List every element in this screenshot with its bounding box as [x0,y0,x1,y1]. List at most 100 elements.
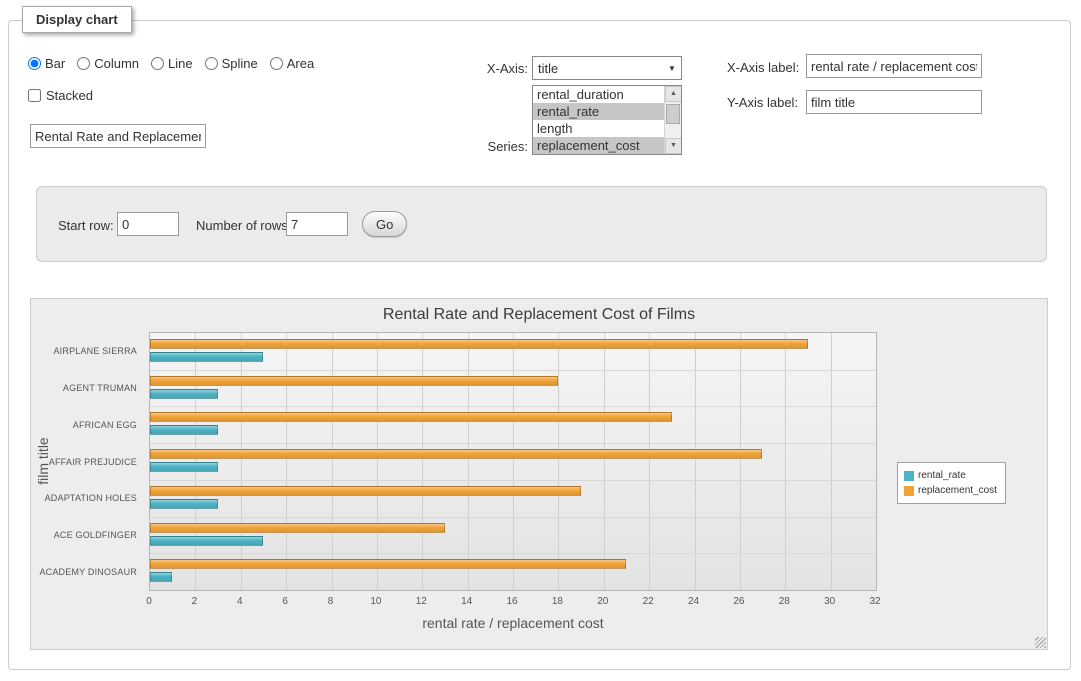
start-row-label: Start row: [58,218,114,233]
chart-type-option-line[interactable]: Line [151,56,193,71]
x-axis-selected-value: title [533,61,663,76]
gridline [377,333,378,590]
gridline [740,333,741,590]
series-option-replacement_cost[interactable]: replacement_cost [533,137,664,154]
gridline [150,406,876,407]
gridline [422,333,423,590]
category-label: AGENT TRUMAN [63,383,137,393]
chart-type-radio-group: Bar Column Line Spline Area [28,56,314,71]
bar-replacement_cost [150,412,672,422]
gridline [649,333,650,590]
x-tick-label: 0 [146,596,152,607]
x-tick-label: 32 [869,596,880,607]
gridline [150,480,876,481]
legend-swatch [904,486,914,496]
go-button[interactable]: Go [362,211,407,237]
plot-area [149,332,877,591]
y-axis-label-input[interactable] [806,90,982,114]
scroll-up-icon[interactable]: ▲ [665,86,682,102]
chart-type-radio-bar[interactable] [28,57,41,70]
category-label: ACADEMY DINOSAUR [39,567,137,577]
number-of-rows-input[interactable] [286,212,348,236]
bar-rental_rate [150,425,218,435]
chart-title-input[interactable] [30,124,206,148]
fieldset-legend: Display chart [22,6,132,33]
gridline [695,333,696,590]
chart-type-option-label: Line [168,56,193,71]
chart-type-radio-line[interactable] [151,57,164,70]
chart-type-option-label: Bar [45,56,65,71]
series-option-rental_rate[interactable]: rental_rate [533,103,664,120]
chart-type-option-column[interactable]: Column [77,56,139,71]
bar-rental_rate [150,572,172,582]
gridline [150,517,876,518]
gridline [558,333,559,590]
gridline [241,333,242,590]
gridline [785,333,786,590]
x-tick-label: 24 [688,596,699,607]
bar-replacement_cost [150,523,445,533]
series-scrollbar[interactable]: ▲ ▼ [664,86,681,154]
gridline [468,333,469,590]
chart-type-option-spline[interactable]: Spline [205,56,258,71]
chart-type-radio-area[interactable] [270,57,283,70]
gridline [831,333,832,590]
chart-title: Rental Rate and Replacement Cost of Film… [31,306,1047,324]
stacked-checkbox-row[interactable]: Stacked [28,88,93,103]
legend-label: rental_rate [918,468,966,483]
chart-type-option-label: Area [287,56,314,71]
category-label: ACE GOLDFINGER [54,530,137,540]
stacked-label: Stacked [46,88,93,103]
x-axis-title: rental rate / replacement cost [149,615,877,631]
series-option-rental_duration[interactable]: rental_duration [533,86,664,103]
x-tick-label: 28 [779,596,790,607]
legend-swatch [904,471,914,481]
x-tick-label: 26 [733,596,744,607]
chevron-down-icon: ▼ [663,64,681,73]
chart-type-radio-column[interactable] [77,57,90,70]
chart-type-option-bar[interactable]: Bar [28,56,65,71]
start-row-input[interactable] [117,212,179,236]
gridline [150,370,876,371]
chart-type-radio-spline[interactable] [205,57,218,70]
y-axis-label-field-label: Y-Axis label: [727,95,798,110]
chart-legend: rental_ratereplacement_cost [897,462,1006,504]
gridline [286,333,287,590]
series-listbox[interactable]: rental_durationrental_ratelengthreplacem… [532,85,682,155]
x-tick-label: 14 [461,596,472,607]
x-tick-label: 16 [506,596,517,607]
series-options: rental_durationrental_ratelengthreplacem… [533,86,664,154]
gridline [150,443,876,444]
resize-handle-icon[interactable] [1035,637,1046,648]
x-axis-tick-labels: 02468101214161820222426283032 [149,596,877,610]
x-axis-label-field-label: X-Axis label: [727,60,799,75]
series-option-length[interactable]: length [533,120,664,137]
x-axis-label-input[interactable] [806,54,982,78]
stacked-checkbox[interactable] [28,89,41,102]
category-label: AFFAIR PREJUDICE [49,457,137,467]
chart-type-option-area[interactable]: Area [270,56,314,71]
x-axis-select[interactable]: title ▼ [532,56,682,80]
bar-replacement_cost [150,559,626,569]
bar-rental_rate [150,536,263,546]
number-of-rows-label: Number of rows: [196,218,291,233]
x-tick-label: 22 [643,596,654,607]
x-tick-label: 2 [192,596,198,607]
bar-replacement_cost [150,376,558,386]
bar-replacement_cost [150,339,808,349]
rows-panel [36,186,1047,262]
gridline [332,333,333,590]
category-label: AIRPLANE SIERRA [53,346,137,356]
x-tick-label: 18 [552,596,563,607]
x-tick-label: 4 [237,596,243,607]
x-tick-label: 10 [370,596,381,607]
x-axis-select-label: X-Axis: [480,61,528,76]
legend-item-rental_rate[interactable]: rental_rate [904,468,997,483]
display-chart-page: Display chart Bar Column Line Spline Area St… [0,0,1081,681]
bar-rental_rate [150,462,218,472]
scrollbar-thumb[interactable] [666,104,680,124]
scroll-down-icon[interactable]: ▼ [665,138,682,154]
legend-item-replacement_cost[interactable]: replacement_cost [904,483,997,498]
chart-type-option-label: Spline [222,56,258,71]
legend-label: replacement_cost [918,483,997,498]
